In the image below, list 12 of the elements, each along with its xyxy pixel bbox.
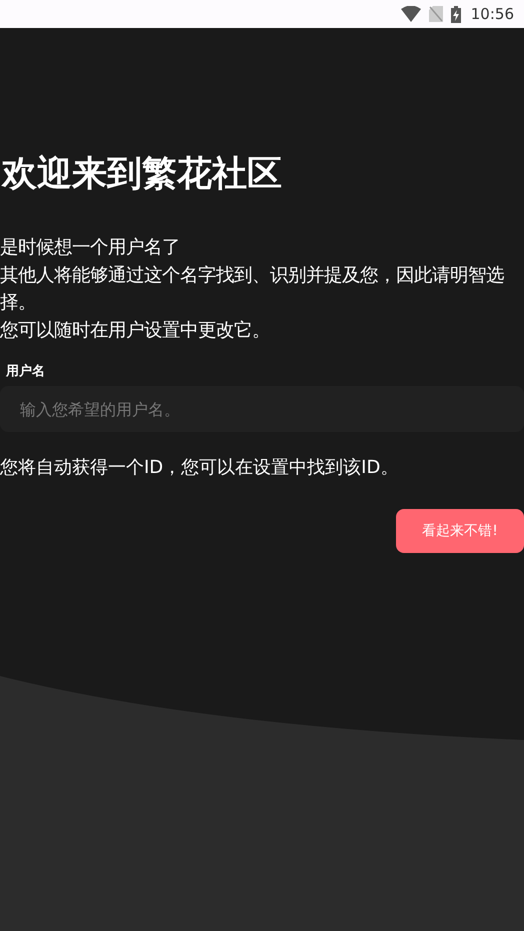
id-note: 您将自动获得一个ID，您可以在设置中找到该ID。 xyxy=(0,456,400,480)
intro-text: 您可以随时在用户设置中更改它。 xyxy=(0,318,271,342)
username-input[interactable]: 输入您希望的用户名。 xyxy=(0,386,524,432)
wifi-icon xyxy=(400,6,421,22)
field-label: 用户名 xyxy=(6,362,46,380)
intro-text: 其他人将能够通过这个名字找到、识别并提及您，因此请明智选择。 xyxy=(0,264,505,315)
no-sim-icon xyxy=(428,6,443,22)
intro-text: 是时候想一个用户名了 xyxy=(0,236,181,260)
status-time: 10:56 xyxy=(470,5,514,23)
confirm-button[interactable]: 看起来不错! xyxy=(396,509,524,553)
welcome-title: 欢迎来到繁花社区 xyxy=(0,153,283,196)
battery-charging-icon xyxy=(450,6,461,22)
